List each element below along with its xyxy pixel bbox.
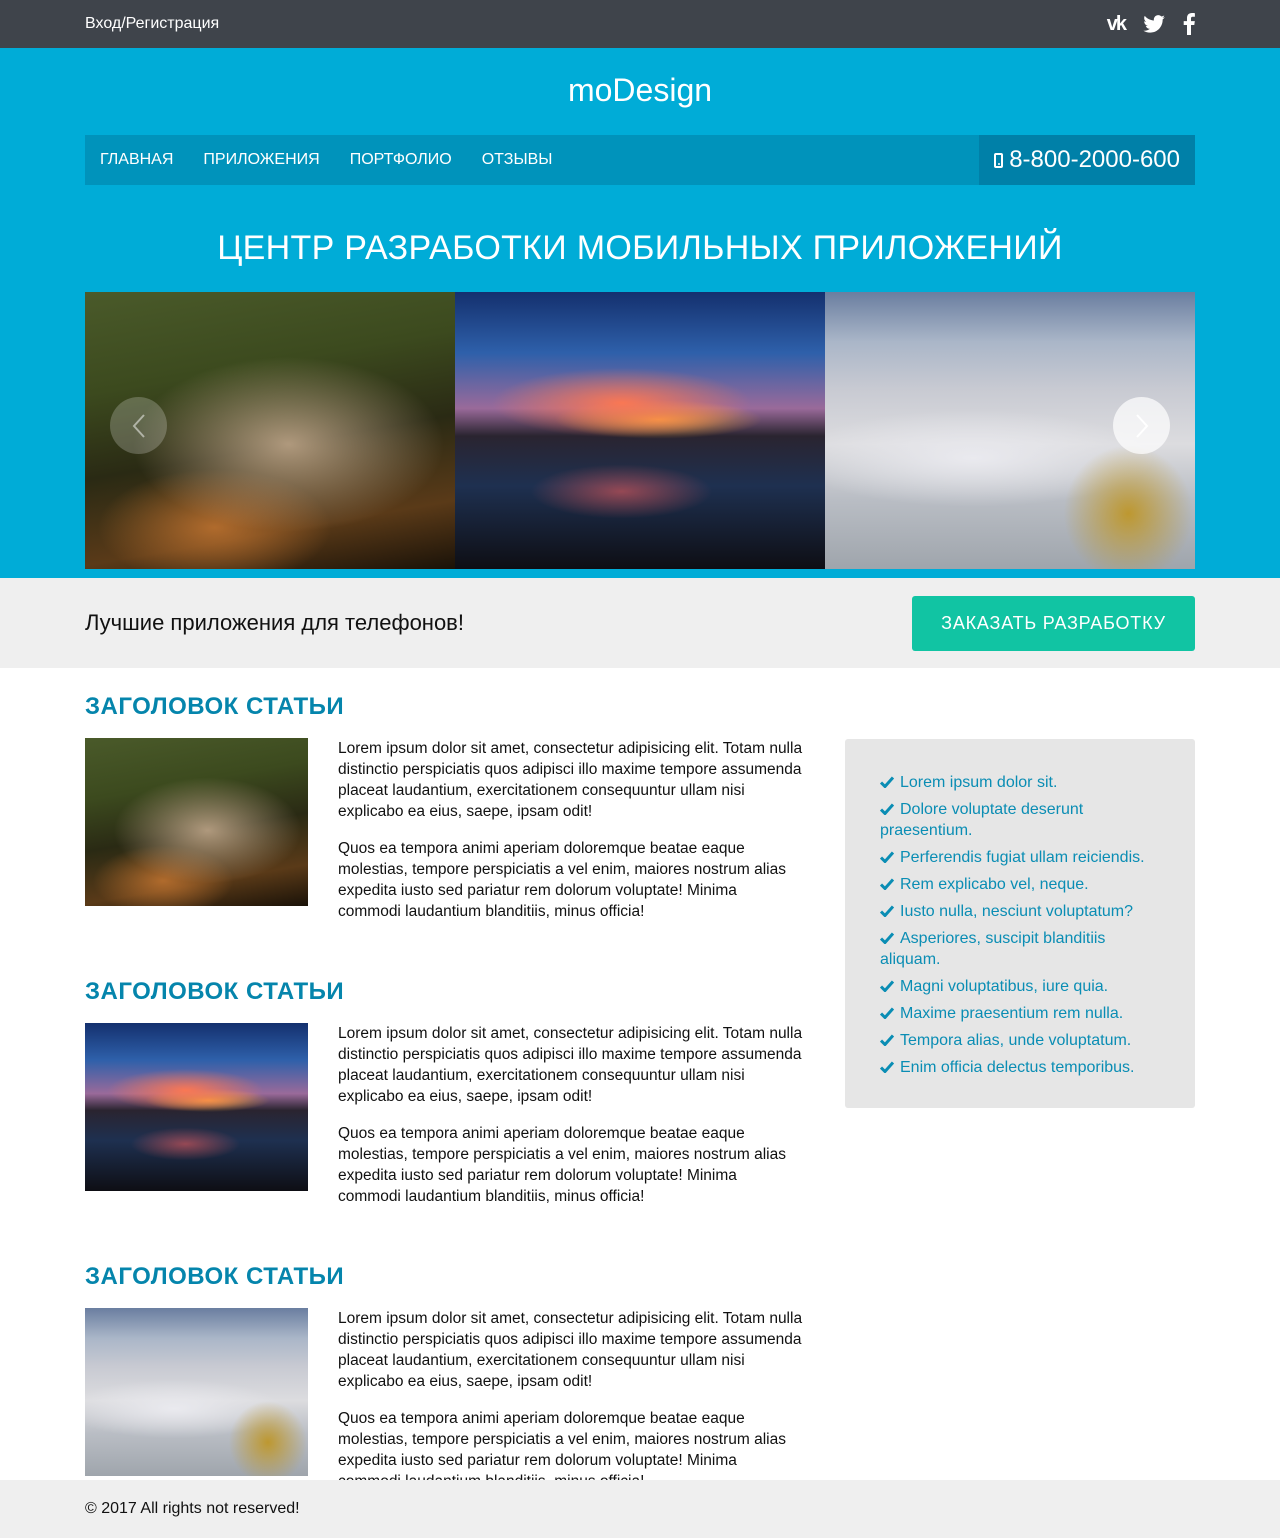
checklist-item-text: Iusto nulla, nesciunt voluptatum? (900, 903, 1134, 920)
cta-text: Лучшие приложения для телефонов! (85, 610, 464, 635)
facebook-icon[interactable] (1183, 13, 1195, 35)
cta-section: Лучшие приложения для телефонов! ЗАКАЗАТ… (0, 578, 1280, 668)
copyright-text: © 2017 All rights not reserved! (85, 1500, 300, 1517)
slider-next-button[interactable] (1113, 397, 1170, 454)
article: ЗАГОЛОВОК СТАТЬИ Lorem ipsum dolor sit a… (85, 978, 805, 1223)
image-slider (85, 292, 1195, 569)
main-content: ЗАГОЛОВОК СТАТЬИ Lorem ipsum dolor sit a… (0, 668, 1280, 1538)
checkmark-icon (880, 851, 894, 863)
checklist-item: Perferendis fugiat ullam reiciendis. (880, 847, 1160, 868)
checklist-item-text: Lorem ipsum dolor sit. (900, 774, 1058, 791)
checklist-item-text: Dolore voluptate deserunt praesentium. (880, 801, 1084, 839)
checkmark-icon (880, 776, 894, 788)
checklist-item: Iusto nulla, nesciunt voluptatum? (880, 901, 1160, 922)
article: ЗАГОЛОВОК СТАТЬИ Lorem ipsum dolor sit a… (85, 693, 805, 938)
main-nav: ГЛАВНАЯ ПРИЛОЖЕНИЯ ПОРТФОЛИО ОТЗЫВЫ 8-80… (85, 135, 1195, 185)
checkmark-icon (880, 1061, 894, 1073)
article-title[interactable]: ЗАГОЛОВОК СТАТЬИ (85, 1263, 805, 1291)
nav-item-apps[interactable]: ПРИЛОЖЕНИЯ (203, 151, 319, 169)
checklist-item-text: Perferendis fugiat ullam reiciendis. (900, 849, 1145, 866)
header: moDesign ГЛАВНАЯ ПРИЛОЖЕНИЯ ПОРТФОЛИО ОТ… (0, 48, 1280, 578)
mobile-phone-icon (994, 152, 1004, 168)
checklist: Lorem ipsum dolor sit. Dolore voluptate d… (880, 772, 1160, 1078)
checklist-item: Lorem ipsum dolor sit. (880, 772, 1160, 793)
checkmark-icon (880, 905, 894, 917)
chevron-left-icon (132, 413, 145, 438)
checklist-item: Dolore voluptate deserunt praesentium. (880, 799, 1160, 841)
phone-text: 8-800-2000-600 (1009, 146, 1180, 173)
checklist-item: Enim officia delectus temporibus. (880, 1057, 1160, 1078)
checkmark-icon (880, 803, 894, 815)
checklist-item-text: Magni voluptatibus, iure quia. (900, 978, 1109, 995)
site-logo[interactable]: moDesign (85, 48, 1195, 135)
twitter-icon[interactable] (1143, 15, 1165, 33)
page: Вход/Регистрация vk moDesign ГЛАВНАЯ ПРИ… (0, 0, 1280, 1538)
article-paragraph: Quos ea tempora animi aperiam doloremque… (338, 1125, 786, 1205)
order-development-button[interactable]: ЗАКАЗАТЬ РАЗРАБОТКУ (912, 595, 1195, 651)
vk-icon[interactable]: vk (1107, 13, 1127, 36)
checklist-item-text: Maxime praesentium rem nulla. (900, 1005, 1124, 1022)
article-image (85, 1023, 308, 1191)
checklist-item-text: Rem explicabo vel, neque. (900, 876, 1089, 893)
checklist-item: Magni voluptatibus, iure quia. (880, 976, 1160, 997)
article-image (85, 1308, 308, 1476)
article-paragraph: Lorem ipsum dolor sit amet, consectetur … (338, 740, 803, 820)
nav-item-home[interactable]: ГЛАВНАЯ (100, 151, 173, 169)
checkmark-icon (880, 878, 894, 890)
article-title[interactable]: ЗАГОЛОВОК СТАТЬИ (85, 693, 805, 721)
article-paragraph: Lorem ipsum dolor sit amet, consectetur … (338, 1310, 803, 1390)
checklist-item: Maxime praesentium rem nulla. (880, 1003, 1160, 1024)
checklist-item-text: Asperiores, suscipit blanditiis aliquam. (880, 930, 1106, 968)
slide-sunset-over-lake (455, 292, 825, 569)
phone-number[interactable]: 8-800-2000-600 (979, 135, 1195, 185)
slider-prev-button[interactable] (110, 397, 167, 454)
article-title[interactable]: ЗАГОЛОВОК СТАТЬИ (85, 978, 805, 1006)
checkmark-icon (880, 980, 894, 992)
articles-list: ЗАГОЛОВОК СТАТЬИ Lorem ipsum dolor sit a… (85, 693, 805, 1538)
sidebar-checklist: Lorem ipsum dolor sit. Dolore voluptate d… (845, 739, 1195, 1108)
checklist-item-text: Enim officia delectus temporibus. (900, 1059, 1135, 1076)
footer: © 2017 All rights not reserved! (0, 1480, 1280, 1538)
article: ЗАГОЛОВОК СТАТЬИ Lorem ipsum dolor sit a… (85, 1263, 805, 1508)
chevron-right-icon (1135, 413, 1148, 438)
top-bar: Вход/Регистрация vk (0, 0, 1280, 48)
nav-item-portfolio[interactable]: ПОРТФОЛИО (350, 151, 452, 169)
checkmark-icon (880, 1007, 894, 1019)
checkmark-icon (880, 1034, 894, 1046)
checklist-item: Asperiores, suscipit blanditiis aliquam. (880, 928, 1160, 970)
checklist-item-text: Tempora alias, unde voluptatum. (900, 1032, 1132, 1049)
nav-item-reviews[interactable]: ОТЗЫВЫ (482, 151, 553, 169)
social-links: vk (1107, 13, 1195, 36)
login-register-link[interactable]: Вход/Регистрация (85, 15, 219, 33)
checklist-item: Tempora alias, unde voluptatum. (880, 1030, 1160, 1051)
checklist-item: Rem explicabo vel, neque. (880, 874, 1160, 895)
checkmark-icon (880, 932, 894, 944)
article-paragraph: Quos ea tempora animi aperiam doloremque… (338, 840, 786, 920)
article-paragraph: Lorem ipsum dolor sit amet, consectetur … (338, 1025, 803, 1105)
hero-title: ЦЕНТР РАЗРАБОТКИ МОБИЛЬНЫХ ПРИЛОЖЕНИЙ (217, 229, 1063, 267)
article-image (85, 738, 308, 906)
